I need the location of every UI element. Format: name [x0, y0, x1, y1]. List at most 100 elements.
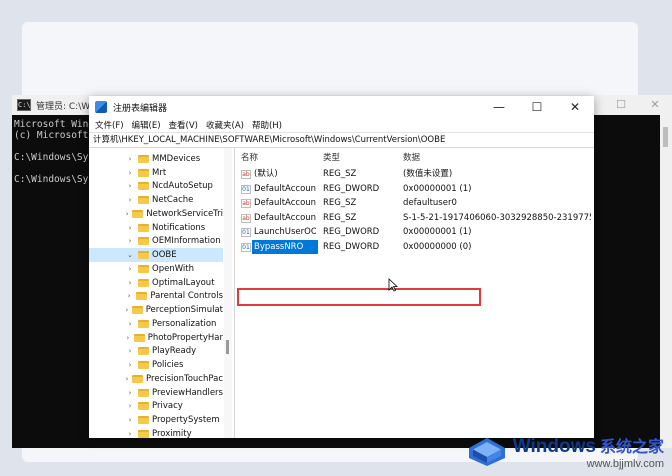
tree-item[interactable]: › PhotoPropertyHar	[89, 331, 223, 345]
chevron-right-icon[interactable]: ›	[125, 320, 135, 328]
chevron-right-icon[interactable]: ›	[125, 416, 135, 424]
chevron-right-icon[interactable]: ›	[125, 224, 135, 232]
value-type: REG_DWORD	[323, 227, 380, 237]
tree-item[interactable]: › Policies	[89, 358, 223, 372]
chevron-right-icon[interactable]: ›	[125, 430, 135, 438]
folder-icon	[138, 388, 149, 397]
tree-item[interactable]: › Proximity	[89, 427, 223, 438]
chevron-right-icon[interactable]: ›	[125, 196, 135, 204]
folder-icon	[138, 416, 149, 425]
folder-icon	[131, 306, 143, 315]
chevron-right-icon[interactable]: ›	[125, 306, 129, 314]
maximize-icon[interactable]: ☐	[518, 96, 556, 118]
value-row[interactable]: abDefaultAccount... REG_SZ defaultuser0	[235, 196, 594, 210]
folder-icon	[138, 182, 149, 191]
cmd-scrollbar[interactable]	[660, 115, 672, 448]
chevron-right-icon[interactable]: ›	[125, 361, 135, 369]
value-row[interactable]: 01 BypassNRO REG_DWORD 0x00000000 (0)	[235, 239, 594, 254]
chevron-right-icon[interactable]: ›	[125, 402, 135, 410]
cmd-line: Microsoft Windo	[14, 119, 92, 130]
value-row[interactable]: 01LaunchUserOO... REG_DWORD 0x00000001 (1)	[235, 225, 594, 239]
chevron-right-icon[interactable]: ›	[125, 237, 135, 245]
scroll-thumb[interactable]	[226, 340, 229, 354]
menu-help[interactable]: 帮助(H)	[252, 119, 282, 131]
close-icon[interactable]: ✕	[556, 96, 594, 118]
tree-item[interactable]: › PropertySystem	[89, 413, 223, 427]
value-data: 0x00000000 (0)	[403, 241, 472, 252]
tree-item[interactable]: › NetworkServiceTri	[89, 207, 223, 221]
string-value-icon: ab	[241, 199, 251, 208]
value-row[interactable]: abDefaultAccount... REG_SZ S-1-5-21-191740…	[235, 211, 594, 225]
chevron-right-icon[interactable]: ›	[125, 210, 129, 218]
key-tree[interactable]: › MMDevices › Mrt › NcdAutoSetup › NetCache › Net…	[89, 148, 235, 438]
binary-value-icon: 01	[241, 184, 251, 194]
tree-item-label: OptimalLayout	[152, 277, 215, 288]
chevron-right-icon[interactable]: ›	[125, 375, 129, 383]
value-row[interactable]: ab (默认) REG_SZ (数值未设置)	[235, 167, 594, 181]
tree-item[interactable]: › Personalization	[89, 317, 223, 331]
menu-view[interactable]: 查看(V)	[169, 119, 198, 131]
value-type: REG_SZ	[323, 169, 357, 179]
tree-item-label: PerceptionSimulat	[145, 305, 223, 316]
chevron-right-icon[interactable]: ›	[125, 182, 135, 190]
binary-value-icon: 01	[241, 242, 251, 252]
folder-icon	[132, 374, 144, 383]
tree-item[interactable]: ⌄ OOBE	[89, 248, 223, 262]
chevron-right-icon[interactable]: ›	[125, 292, 133, 300]
chevron-right-icon[interactable]: ›	[125, 389, 135, 397]
tree-item[interactable]: › NetCache	[89, 193, 223, 207]
regedit-title: 注册表编辑器	[113, 103, 168, 114]
menu-favorites[interactable]: 收藏夹(A)	[206, 119, 244, 131]
highlight-box	[237, 288, 481, 306]
chevron-right-icon[interactable]: ›	[125, 169, 135, 177]
column-name[interactable]: 名称	[241, 151, 258, 163]
tree-item-label: Privacy	[152, 401, 183, 412]
chevron-right-icon[interactable]: ›	[125, 265, 135, 273]
folder-icon	[138, 223, 149, 232]
value-name: LaunchUserOO...	[254, 227, 316, 237]
value-type: REG_DWORD	[323, 241, 380, 252]
cmd-line	[14, 141, 92, 152]
tree-item[interactable]: › OptimalLayout	[89, 276, 223, 290]
column-data[interactable]: 数据	[403, 151, 420, 163]
tree-item[interactable]: › PerceptionSimulat	[89, 303, 223, 317]
value-data: 0x00000001 (1)	[403, 183, 472, 194]
chevron-right-icon[interactable]: ›	[125, 155, 135, 163]
regedit-titlebar[interactable]: 注册表编辑器 — ☐ ✕	[89, 96, 594, 118]
menu-bar: 文件(F) 编辑(E) 查看(V) 收藏夹(A) 帮助(H)	[89, 118, 594, 132]
folder-icon	[136, 292, 148, 301]
chevron-right-icon[interactable]: ›	[125, 347, 135, 355]
folder-icon	[138, 361, 149, 370]
column-type[interactable]: 类型	[323, 151, 340, 163]
value-row[interactable]: 01DefaultAccount... REG_DWORD 0x00000001 (…	[235, 182, 594, 196]
tree-item[interactable]: › Parental Controls	[89, 290, 223, 304]
tree-item[interactable]: › NcdAutoSetup	[89, 180, 223, 194]
chevron-down-icon[interactable]: ⌄	[125, 251, 135, 259]
minimize-icon[interactable]: —	[480, 96, 518, 118]
tree-item[interactable]: › MMDevices	[89, 152, 223, 166]
cmd-line: C:\Windows\Sys	[14, 152, 92, 163]
value-data: 0x00000001 (1)	[403, 227, 472, 237]
tree-item[interactable]: › OEMInformation	[89, 235, 223, 249]
chevron-right-icon[interactable]: ›	[125, 334, 131, 342]
address-bar[interactable]: 计算机\HKEY_LOCAL_MACHINE\SOFTWARE\Microsof…	[89, 132, 594, 148]
regedit-window-controls: — ☐ ✕	[480, 96, 594, 118]
value-name: DefaultAccount...	[254, 212, 316, 223]
scroll-thumb[interactable]	[663, 127, 668, 147]
close-icon[interactable]: ✕	[638, 95, 672, 115]
tree-item[interactable]: › PreviewHandlers	[89, 386, 223, 400]
menu-file[interactable]: 文件(F)	[95, 119, 124, 131]
tree-item[interactable]: › PrecisionTouchPac	[89, 372, 223, 386]
mouse-cursor-icon	[388, 278, 398, 292]
regedit-window[interactable]: 注册表编辑器 — ☐ ✕ 文件(F) 编辑(E) 查看(V) 收藏夹(A) 帮助…	[89, 96, 594, 438]
tree-item[interactable]: › Privacy	[89, 400, 223, 414]
tree-scrollbar[interactable]	[224, 148, 232, 438]
tree-item[interactable]: › PlayReady	[89, 345, 223, 359]
cmd-output[interactable]: Microsoft Windo (c) Microsoft C C:\Window…	[14, 119, 92, 185]
maximize-icon[interactable]: ☐	[604, 95, 638, 115]
chevron-right-icon[interactable]: ›	[125, 279, 135, 287]
menu-edit[interactable]: 编辑(E)	[132, 119, 161, 131]
tree-item[interactable]: › OpenWith	[89, 262, 223, 276]
tree-item[interactable]: › Mrt	[89, 166, 223, 180]
tree-item[interactable]: › Notifications	[89, 221, 223, 235]
